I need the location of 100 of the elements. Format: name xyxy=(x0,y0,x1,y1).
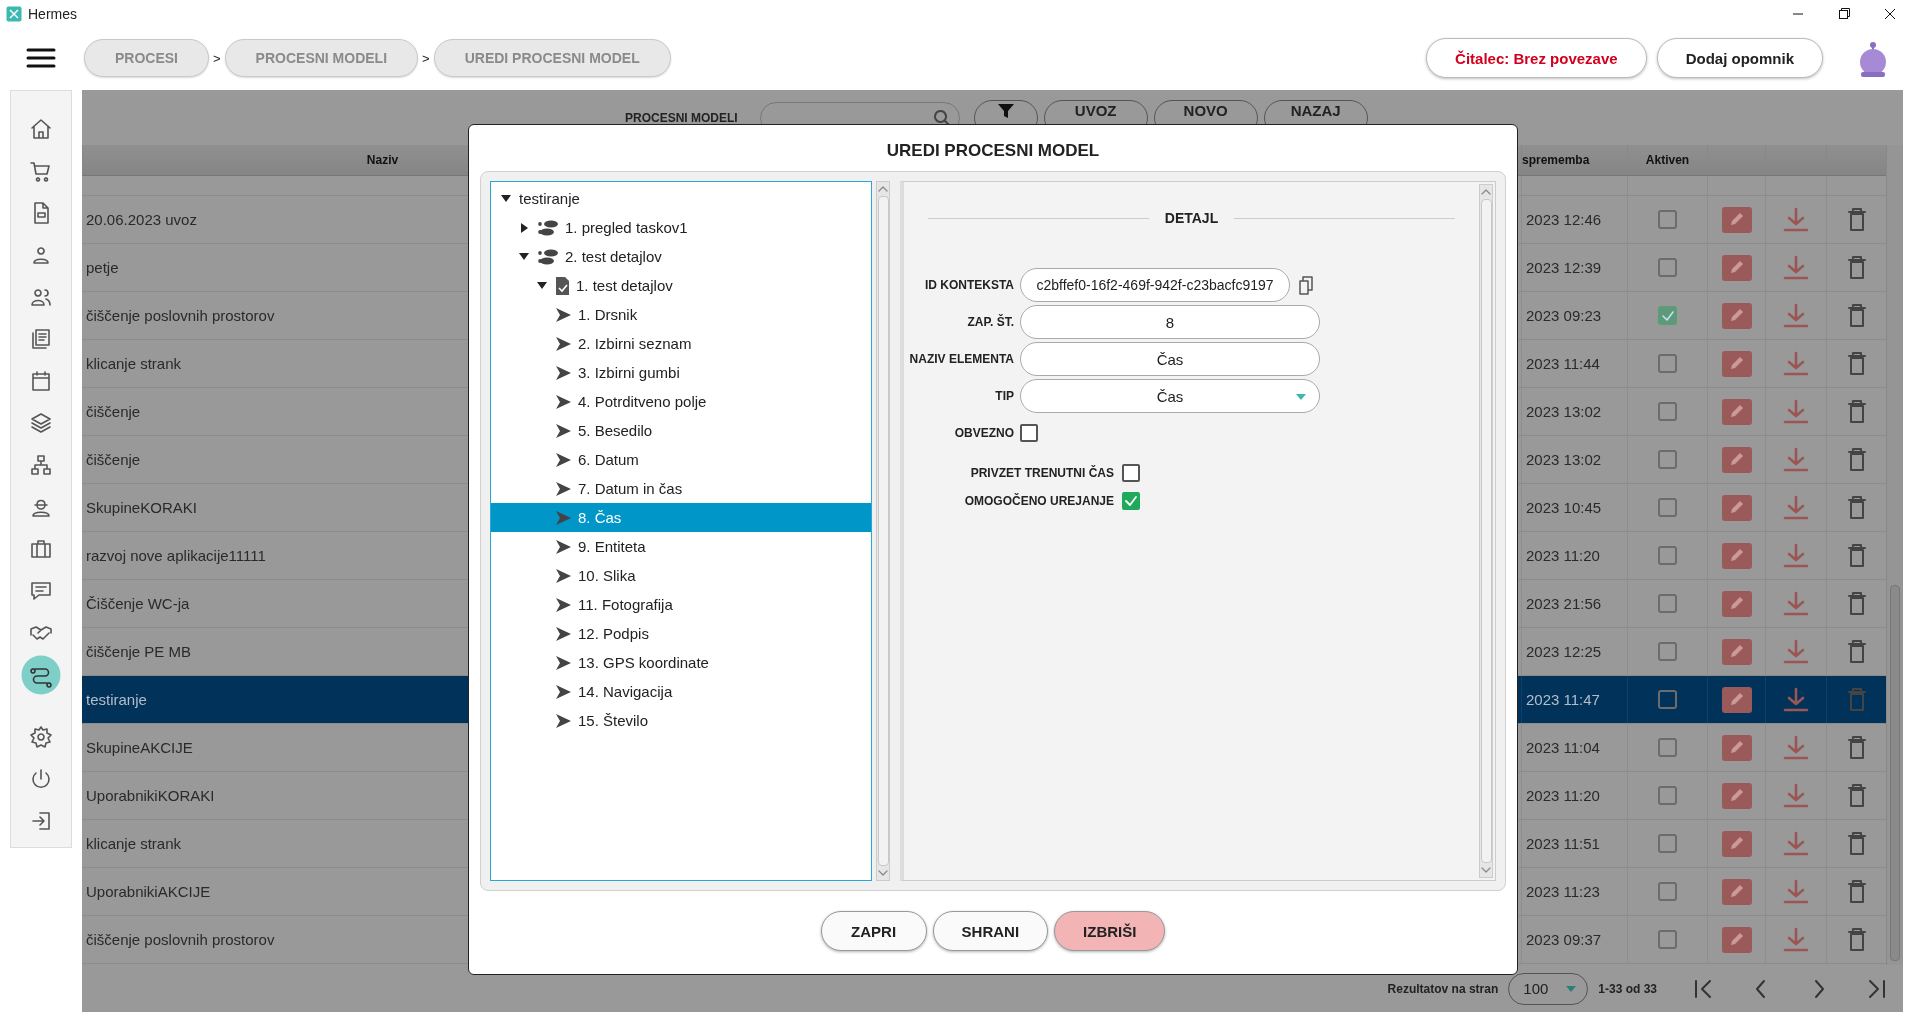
chevron-icon xyxy=(555,712,572,729)
tree-item[interactable]: 1. pregled taskov1 xyxy=(491,213,871,242)
scroll-down-icon[interactable] xyxy=(877,868,889,878)
checkbox[interactable] xyxy=(1122,492,1140,510)
chevron-icon xyxy=(555,509,572,526)
download-icon[interactable] xyxy=(1781,206,1811,233)
dialog-button[interactable]: ZAPRI xyxy=(820,911,927,951)
table-cell: čiščenje xyxy=(86,451,141,468)
scrollbar[interactable] xyxy=(1886,145,1903,965)
table-cell: 2023 12:39 xyxy=(1526,259,1602,276)
collapse-icon[interactable] xyxy=(501,193,511,204)
tree-item[interactable]: 4. Potrditveno polje xyxy=(491,387,871,416)
tree-item[interactable]: 9. Entiteta xyxy=(491,532,871,561)
table-cell: 2023 11:20 xyxy=(1526,547,1600,564)
active-checkbox[interactable] xyxy=(1658,882,1677,901)
tree-item[interactable]: 5. Besedilo xyxy=(491,416,871,445)
footsteps-icon xyxy=(537,219,559,236)
active-checkbox[interactable] xyxy=(1658,354,1677,373)
expand-icon[interactable] xyxy=(519,222,529,233)
checkbox[interactable] xyxy=(1122,464,1140,482)
scrollbar[interactable] xyxy=(1479,184,1493,878)
tree-item[interactable]: 11. Fotografija xyxy=(491,590,871,619)
active-checkbox[interactable] xyxy=(1658,738,1677,757)
active-checkbox[interactable] xyxy=(1658,786,1677,805)
scrollbar[interactable] xyxy=(876,181,890,881)
tree-item[interactable]: 3. Izbirni gumbi xyxy=(491,358,871,387)
download-icon[interactable] xyxy=(1781,350,1811,377)
tree-item[interactable]: 12. Podpis xyxy=(491,619,871,648)
active-checkbox[interactable] xyxy=(1658,210,1677,229)
scrollbar-thumb[interactable] xyxy=(1890,585,1900,961)
active-checkbox[interactable] xyxy=(1658,258,1677,277)
route-icon[interactable] xyxy=(21,655,61,695)
table-cell: čiščenje PE MB xyxy=(86,643,192,660)
download-icon[interactable] xyxy=(1781,398,1811,425)
tree-item[interactable]: 2. test detajlov xyxy=(491,242,871,271)
table-cell: 2023 12:25 xyxy=(1526,643,1602,660)
reminder-button[interactable]: Dodaj opomnik xyxy=(1656,38,1823,78)
table-cell: petje xyxy=(86,259,119,276)
table-cell: 2023 11:04 xyxy=(1526,739,1600,756)
tree-item[interactable]: 7. Datum in čas xyxy=(491,474,871,503)
table-cell: 2023 11:44 xyxy=(1526,355,1600,372)
tree-item[interactable]: 6. Datum xyxy=(491,445,871,474)
tree-item[interactable]: 13. GPS koordinate xyxy=(491,648,871,677)
scroll-up-icon[interactable] xyxy=(877,184,889,194)
active-checkbox[interactable] xyxy=(1658,642,1677,661)
table-cell: 2023 12:46 xyxy=(1526,211,1602,228)
download-icon[interactable] xyxy=(1781,782,1811,809)
reader-status-button[interactable]: Čitalec: Brez povezave xyxy=(1426,38,1647,78)
active-checkbox[interactable] xyxy=(1658,930,1677,949)
checkbox[interactable] xyxy=(1020,424,1038,442)
scroll-up-icon[interactable] xyxy=(1480,187,1492,197)
download-icon[interactable] xyxy=(1781,926,1811,953)
active-checkbox[interactable] xyxy=(1658,594,1677,613)
active-checkbox[interactable] xyxy=(1658,498,1677,517)
download-icon[interactable] xyxy=(1781,734,1811,761)
input-field[interactable]: 8 xyxy=(1020,305,1320,339)
download-icon[interactable] xyxy=(1781,590,1811,617)
tree-item[interactable]: testiranje xyxy=(491,184,871,213)
tree-item[interactable]: 1. test detajlov xyxy=(491,271,871,300)
download-icon[interactable] xyxy=(1781,542,1811,569)
download-icon[interactable] xyxy=(1781,686,1811,713)
scroll-down-icon[interactable] xyxy=(1480,865,1492,875)
dialog-button[interactable]: SHRANI xyxy=(932,911,1049,951)
tree-item[interactable]: 14. Navigacija xyxy=(491,677,871,706)
table-cell: 20.06.2023 uvoz xyxy=(86,211,197,228)
tree-item[interactable]: 2. Izbirni seznam xyxy=(491,329,871,358)
input-field[interactable]: c2bffef0-16f2-469f-942f-c23bacfc9197 xyxy=(1020,268,1290,302)
download-icon[interactable] xyxy=(1781,446,1811,473)
tree-item[interactable]: 10. Slika xyxy=(491,561,871,590)
active-checkbox[interactable] xyxy=(1658,546,1677,565)
table-cell: 2023 09:37 xyxy=(1526,931,1602,948)
table-cell: SkupineKORAKI xyxy=(86,499,197,516)
delete-button[interactable]: IZBRIŠI xyxy=(1054,911,1166,951)
active-checkbox[interactable] xyxy=(1658,690,1677,709)
menu-icon[interactable] xyxy=(26,47,56,69)
column-header[interactable]: sprememba xyxy=(1521,145,1627,175)
chevron-icon xyxy=(555,451,572,468)
column-header[interactable]: Aktiven xyxy=(1627,145,1707,175)
active-checkbox[interactable] xyxy=(1658,834,1677,853)
collapse-icon[interactable] xyxy=(519,251,529,262)
input-field[interactable]: Čas xyxy=(1020,342,1320,376)
download-icon[interactable] xyxy=(1781,878,1811,905)
option-label: PRIVZET TRENUTNI ČAS xyxy=(969,466,1114,480)
download-icon[interactable] xyxy=(1781,494,1811,521)
field-label: ZAP. ŠT. xyxy=(966,315,1014,329)
form-icon xyxy=(555,275,570,296)
download-icon[interactable] xyxy=(1781,254,1811,281)
table-cell: klicanje strank xyxy=(86,835,182,852)
active-checkbox[interactable] xyxy=(1658,402,1677,421)
edit-icon[interactable] xyxy=(1721,686,1752,713)
tree-item[interactable]: 1. Drsnik xyxy=(491,300,871,329)
download-icon[interactable] xyxy=(1781,302,1811,329)
tree-item[interactable]: 15. Število xyxy=(491,706,871,735)
collapse-icon[interactable] xyxy=(537,280,547,291)
active-checkbox[interactable] xyxy=(1658,450,1677,469)
type-select[interactable]: Čas xyxy=(1020,379,1320,413)
download-icon[interactable] xyxy=(1781,830,1811,857)
active-checkbox[interactable] xyxy=(1658,306,1677,325)
download-icon[interactable] xyxy=(1781,638,1811,665)
search-icon[interactable] xyxy=(932,108,951,127)
